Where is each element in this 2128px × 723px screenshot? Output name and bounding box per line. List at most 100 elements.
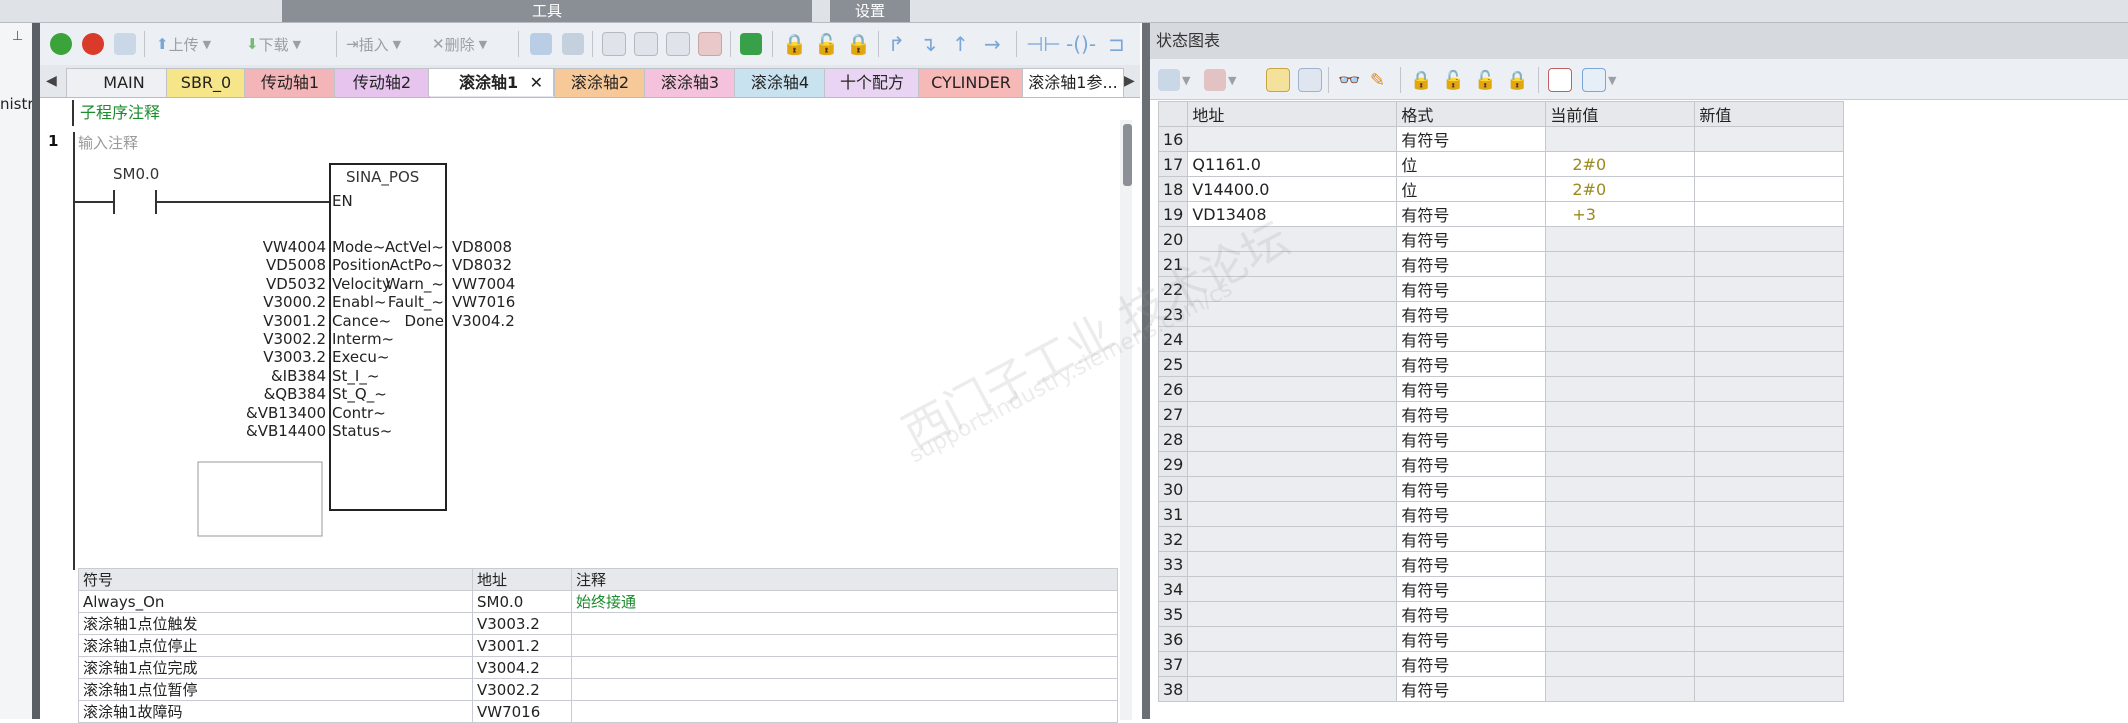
tab-sbr0[interactable]: SBR_0 [166,68,246,97]
format-cell[interactable]: 有符号 [1396,276,1547,302]
new-value-cell[interactable] [1694,626,1845,652]
address-cell[interactable] [1187,376,1398,402]
address-cell[interactable]: V3001.2 [472,634,572,657]
download-button[interactable]: ⬇ 下载 ▼ [246,31,301,57]
address-cell[interactable] [1187,401,1398,427]
format-cell[interactable]: 有符号 [1396,551,1547,577]
tab-roller-axis-1[interactable]: 滚涂轴1 ✕ [428,68,554,96]
format-cell[interactable]: 有符号 [1396,426,1547,452]
status-row[interactable]: 27 有符号 [1157,401,1845,427]
address-header[interactable]: 地址 [472,568,572,591]
run-icon[interactable] [50,31,72,57]
current-value-cell[interactable] [1545,476,1696,502]
address-cell[interactable]: V3003.2 [472,612,572,635]
new-value-cell[interactable] [1694,226,1845,252]
row-number[interactable]: 27 [1157,401,1189,427]
address-cell[interactable] [1187,551,1398,577]
comment-cell[interactable] [571,700,1118,723]
current-value-cell[interactable] [1545,376,1696,402]
address-cell[interactable] [1187,451,1398,477]
status-row[interactable]: 16 有符号 [1157,126,1845,152]
current-value-cell[interactable] [1545,576,1696,602]
symbol-row[interactable]: 滚涂轴1点位触发 V3003.2 [78,612,1118,635]
delete-button[interactable]: ✕ 删除 ▼ [432,31,487,57]
pane-splitter[interactable] [32,23,40,719]
row-number[interactable]: 29 [1157,451,1189,477]
new-value-cell[interactable] [1694,351,1845,377]
status-row[interactable]: 38 有符号 [1157,676,1845,702]
status-row[interactable]: 34 有符号 [1157,576,1845,602]
current-value-cell[interactable] [1545,301,1696,327]
new-value-cell[interactable] [1694,451,1845,477]
tab-scroll-right-icon[interactable]: ▶ [1124,73,1135,89]
line-down-icon[interactable]: ↴ [920,31,937,57]
format-cell[interactable]: 有符号 [1396,201,1547,227]
pause-icon[interactable] [1298,67,1322,93]
address-cell[interactable] [1187,526,1398,552]
current-value-cell[interactable]: 2#0 [1545,176,1696,202]
format-cell[interactable]: 有符号 [1396,601,1547,627]
line-up-icon[interactable]: ↑ [952,31,969,57]
output-value[interactable]: VW7016 [452,293,515,311]
current-value-cell[interactable] [1545,126,1696,152]
format-cell[interactable]: 有符号 [1396,301,1547,327]
input-value[interactable]: V3000.2 [263,293,326,311]
address-cell[interactable] [1187,326,1398,352]
status-row[interactable]: 30 有符号 [1157,476,1845,502]
tab-roller-axis-1-params[interactable]: 滚涂轴1参... [1022,68,1124,97]
symbol-cell[interactable]: 滚涂轴1点位停止 [78,634,473,657]
new-value-cell[interactable] [1694,501,1845,527]
current-value-cell[interactable] [1545,251,1696,277]
force-lock-icon[interactable]: 🔒 [1410,67,1432,93]
new-value-cell[interactable] [1694,651,1845,677]
status-row[interactable]: 33 有符号 [1157,551,1845,577]
new-value-cell[interactable] [1694,551,1845,577]
input-value[interactable]: &VB13400 [246,404,326,422]
tab-scroll-left-icon[interactable]: ◀ [46,73,57,89]
arrow-left-icon[interactable] [634,31,658,57]
input-value[interactable]: &IB384 [271,367,326,385]
lock-icon[interactable]: 🔒 [782,31,807,57]
comment-cell[interactable] [571,678,1118,701]
format-cell[interactable]: 有符号 [1396,401,1547,427]
format-cell[interactable]: 位 [1396,151,1547,177]
symbol-row[interactable]: 滚涂轴1点位完成 V3004.2 [78,656,1118,679]
status-row[interactable]: 24 有符号 [1157,326,1845,352]
row-number[interactable]: 34 [1157,576,1189,602]
current-value-cell[interactable]: +3 [1545,201,1696,227]
address-cell[interactable] [1187,426,1398,452]
address-cell[interactable]: V3002.2 [472,678,572,701]
upload-button[interactable]: ⬆ 上传 ▼ [156,31,211,57]
new-value-cell[interactable] [1694,426,1845,452]
address-cell[interactable]: SM0.0 [472,590,572,613]
address-cell[interactable] [1187,126,1398,152]
network-icon[interactable] [530,31,552,57]
status-row[interactable]: 35 有符号 [1157,601,1845,627]
new-value-cell[interactable] [1694,376,1845,402]
tab-ten-recipes[interactable]: 十个配方 [824,68,920,97]
branch-icon[interactable]: ↱ [888,31,905,57]
status-row[interactable]: 23 有符号 [1157,301,1845,327]
glasses-icon[interactable]: 👓 [1338,67,1360,93]
status-row[interactable]: 29 有符号 [1157,451,1845,477]
row-number[interactable]: 32 [1157,526,1189,552]
status-row[interactable]: 28 有符号 [1157,426,1845,452]
row-number[interactable]: 16 [1157,126,1189,152]
current-value-cell[interactable] [1545,451,1696,477]
pin-icon[interactable]: ⊥ [12,29,23,44]
tab-roller-axis-3[interactable]: 滚涂轴3 [644,68,736,97]
address-cell[interactable] [1187,626,1398,652]
new-value-cell[interactable] [1694,601,1845,627]
format-cell[interactable]: 有符号 [1396,576,1547,602]
output-value[interactable]: VD8032 [452,256,512,274]
new-value-cell[interactable] [1694,251,1845,277]
symbol-cell[interactable]: 滚涂轴1点位暂停 [78,678,473,701]
input-value[interactable]: V3002.2 [263,330,326,348]
format-cell[interactable]: 有符号 [1396,501,1547,527]
row-number[interactable]: 37 [1157,651,1189,677]
network2-icon[interactable] [562,31,584,57]
format-cell[interactable]: 有符号 [1396,676,1547,702]
current-value-cell[interactable]: 2#0 [1545,151,1696,177]
current-value-cell[interactable] [1545,401,1696,427]
format-cell[interactable]: 有符号 [1396,251,1547,277]
